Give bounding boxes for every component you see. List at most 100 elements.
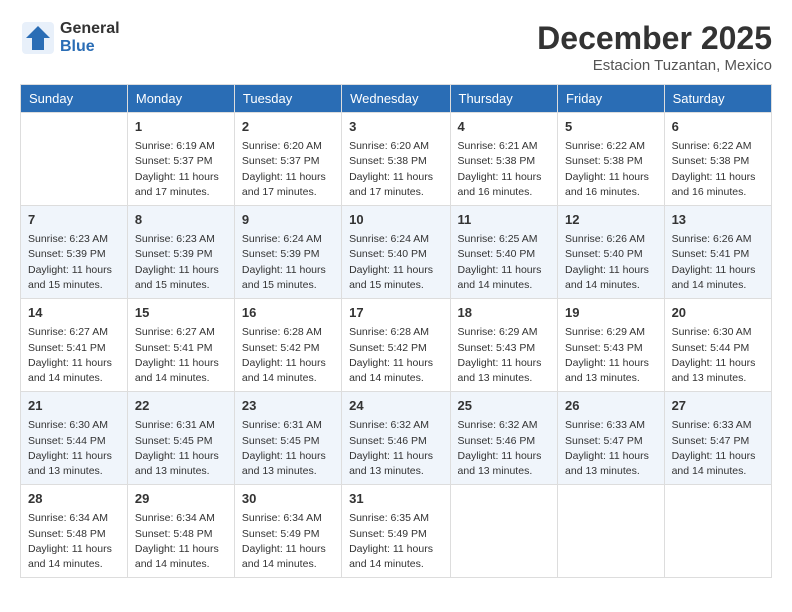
day-number: 18 (458, 304, 551, 322)
day-number: 2 (242, 118, 334, 136)
calendar-cell: 12Sunrise: 6:26 AMSunset: 5:40 PMDayligh… (558, 206, 665, 299)
calendar-cell (558, 485, 665, 578)
calendar-cell (21, 113, 128, 206)
day-number: 21 (28, 397, 120, 415)
logo-general: General (60, 20, 120, 38)
day-info: Sunrise: 6:28 AMSunset: 5:42 PMDaylight:… (242, 325, 334, 386)
day-number: 6 (672, 118, 764, 136)
calendar-cell: 5 Sunrise: 6:22 AMSunset: 5:38 PMDaylight… (558, 113, 665, 206)
day-number: 10 (349, 211, 442, 229)
weekday-header-thursday: Thursday (450, 85, 558, 113)
calendar-cell: 20 Sunrise: 6:30 AMSunset: 5:44 PMDayligh… (664, 299, 771, 392)
day-number: 1 (135, 118, 227, 136)
calendar-week-row: 1 Sunrise: 6:19 AMSunset: 5:37 PMDaylight… (21, 113, 772, 206)
day-info: Sunrise: 6:30 AMSunset: 5:44 PMDaylight:… (672, 325, 764, 386)
day-info: Sunrise: 6:22 AMSunset: 5:38 PMDaylight:… (565, 139, 657, 200)
day-info: Sunrise: 6:22 AMSunset: 5:38 PMDaylight:… (672, 139, 764, 200)
day-number: 7 (28, 211, 120, 229)
day-number: 13 (672, 211, 764, 229)
calendar-cell: 6 Sunrise: 6:22 AMSunset: 5:38 PMDaylight… (664, 113, 771, 206)
weekday-header-friday: Friday (558, 85, 665, 113)
day-info: Sunrise: 6:23 AMSunset: 5:39 PMDaylight:… (135, 232, 227, 293)
day-info: Sunrise: 6:34 AMSunset: 5:49 PMDaylight:… (242, 511, 334, 572)
calendar-cell: 18 Sunrise: 6:29 AMSunset: 5:43 PMDayligh… (450, 299, 558, 392)
day-number: 26 (565, 397, 657, 415)
calendar-cell: 22 Sunrise: 6:31 AMSunset: 5:45 PMDayligh… (127, 392, 234, 485)
day-number: 19 (565, 304, 657, 322)
calendar-table: SundayMondayTuesdayWednesdayThursdayFrid… (20, 84, 772, 578)
day-info: Sunrise: 6:34 AMSunset: 5:48 PMDaylight:… (135, 511, 227, 572)
calendar-cell: 19 Sunrise: 6:29 AMSunset: 5:43 PMDayligh… (558, 299, 665, 392)
calendar-cell: 1 Sunrise: 6:19 AMSunset: 5:37 PMDaylight… (127, 113, 234, 206)
day-info: Sunrise: 6:21 AMSunset: 5:38 PMDaylight:… (458, 139, 551, 200)
day-number: 9 (242, 211, 334, 229)
day-number: 28 (28, 490, 120, 508)
day-info: Sunrise: 6:25 AMSunset: 5:40 PMDaylight:… (458, 232, 551, 293)
day-info: Sunrise: 6:33 AMSunset: 5:47 PMDaylight:… (672, 418, 764, 479)
weekday-header-tuesday: Tuesday (234, 85, 341, 113)
day-number: 27 (672, 397, 764, 415)
day-info: Sunrise: 6:31 AMSunset: 5:45 PMDaylight:… (135, 418, 227, 479)
day-info: Sunrise: 6:31 AMSunset: 5:45 PMDaylight:… (242, 418, 334, 479)
calendar-cell: 13 Sunrise: 6:26 AMSunset: 5:41 PMDayligh… (664, 206, 771, 299)
calendar-cell: 29 Sunrise: 6:34 AMSunset: 5:48 PMDayligh… (127, 485, 234, 578)
day-number: 25 (458, 397, 551, 415)
calendar-week-row: 7 Sunrise: 6:23 AMSunset: 5:39 PMDaylight… (21, 206, 772, 299)
day-number: 14 (28, 304, 120, 322)
month-title: December 2025 (537, 20, 772, 57)
day-number: 16 (242, 304, 334, 322)
location-subtitle: Estacion Tuzantan, Mexico (537, 57, 772, 74)
calendar-cell: 30Sunrise: 6:34 AMSunset: 5:49 PMDayligh… (234, 485, 341, 578)
day-info: Sunrise: 6:20 AMSunset: 5:37 PMDaylight:… (242, 139, 334, 200)
calendar-cell: 11 Sunrise: 6:25 AMSunset: 5:40 PMDayligh… (450, 206, 558, 299)
calendar-cell: 26 Sunrise: 6:33 AMSunset: 5:47 PMDayligh… (558, 392, 665, 485)
weekday-header-wednesday: Wednesday (342, 85, 450, 113)
day-number: 23 (242, 397, 334, 415)
day-info: Sunrise: 6:30 AMSunset: 5:44 PMDaylight:… (28, 418, 120, 479)
calendar-cell: 16 Sunrise: 6:28 AMSunset: 5:42 PMDayligh… (234, 299, 341, 392)
day-info: Sunrise: 6:20 AMSunset: 5:38 PMDaylight:… (349, 139, 442, 200)
day-info: Sunrise: 6:28 AMSunset: 5:42 PMDaylight:… (349, 325, 442, 386)
title-block: December 2025 Estacion Tuzantan, Mexico (537, 20, 772, 74)
day-number: 15 (135, 304, 227, 322)
day-info: Sunrise: 6:29 AMSunset: 5:43 PMDaylight:… (565, 325, 657, 386)
weekday-header-monday: Monday (127, 85, 234, 113)
logo-text: General Blue (60, 20, 120, 56)
day-info: Sunrise: 6:19 AMSunset: 5:37 PMDaylight:… (135, 139, 227, 200)
day-number: 5 (565, 118, 657, 136)
day-info: Sunrise: 6:24 AMSunset: 5:39 PMDaylight:… (242, 232, 334, 293)
day-info: Sunrise: 6:35 AMSunset: 5:49 PMDaylight:… (349, 511, 442, 572)
day-info: Sunrise: 6:34 AMSunset: 5:48 PMDaylight:… (28, 511, 120, 572)
calendar-cell: 8 Sunrise: 6:23 AMSunset: 5:39 PMDaylight… (127, 206, 234, 299)
calendar-cell: 28 Sunrise: 6:34 AMSunset: 5:48 PMDayligh… (21, 485, 128, 578)
calendar-week-row: 21 Sunrise: 6:30 AMSunset: 5:44 PMDayligh… (21, 392, 772, 485)
day-number: 4 (458, 118, 551, 136)
calendar-cell: 7 Sunrise: 6:23 AMSunset: 5:39 PMDaylight… (21, 206, 128, 299)
calendar-header-row: SundayMondayTuesdayWednesdayThursdayFrid… (21, 85, 772, 113)
weekday-header-sunday: Sunday (21, 85, 128, 113)
day-number: 8 (135, 211, 227, 229)
calendar-cell: 14Sunrise: 6:27 AMSunset: 5:41 PMDayligh… (21, 299, 128, 392)
day-number: 11 (458, 211, 551, 229)
logo-icon (20, 20, 56, 56)
day-number: 3 (349, 118, 442, 136)
day-info: Sunrise: 6:33 AMSunset: 5:47 PMDaylight:… (565, 418, 657, 479)
day-info: Sunrise: 6:29 AMSunset: 5:43 PMDaylight:… (458, 325, 551, 386)
day-number: 31 (349, 490, 442, 508)
weekday-header-saturday: Saturday (664, 85, 771, 113)
day-info: Sunrise: 6:23 AMSunset: 5:39 PMDaylight:… (28, 232, 120, 293)
day-number: 17 (349, 304, 442, 322)
calendar-cell: 17 Sunrise: 6:28 AMSunset: 5:42 PMDayligh… (342, 299, 450, 392)
calendar-cell: 23 Sunrise: 6:31 AMSunset: 5:45 PMDayligh… (234, 392, 341, 485)
day-number: 29 (135, 490, 227, 508)
day-number: 20 (672, 304, 764, 322)
calendar-cell: 2 Sunrise: 6:20 AMSunset: 5:37 PMDaylight… (234, 113, 341, 206)
calendar-cell: 9 Sunrise: 6:24 AMSunset: 5:39 PMDaylight… (234, 206, 341, 299)
day-info: Sunrise: 6:24 AMSunset: 5:40 PMDaylight:… (349, 232, 442, 293)
day-info: Sunrise: 6:26 AMSunset: 5:41 PMDaylight:… (672, 232, 764, 293)
day-number: 22 (135, 397, 227, 415)
logo-blue: Blue (60, 38, 120, 56)
calendar-cell: 21 Sunrise: 6:30 AMSunset: 5:44 PMDayligh… (21, 392, 128, 485)
calendar-cell: 10 Sunrise: 6:24 AMSunset: 5:40 PMDayligh… (342, 206, 450, 299)
calendar-cell: 27 Sunrise: 6:33 AMSunset: 5:47 PMDayligh… (664, 392, 771, 485)
